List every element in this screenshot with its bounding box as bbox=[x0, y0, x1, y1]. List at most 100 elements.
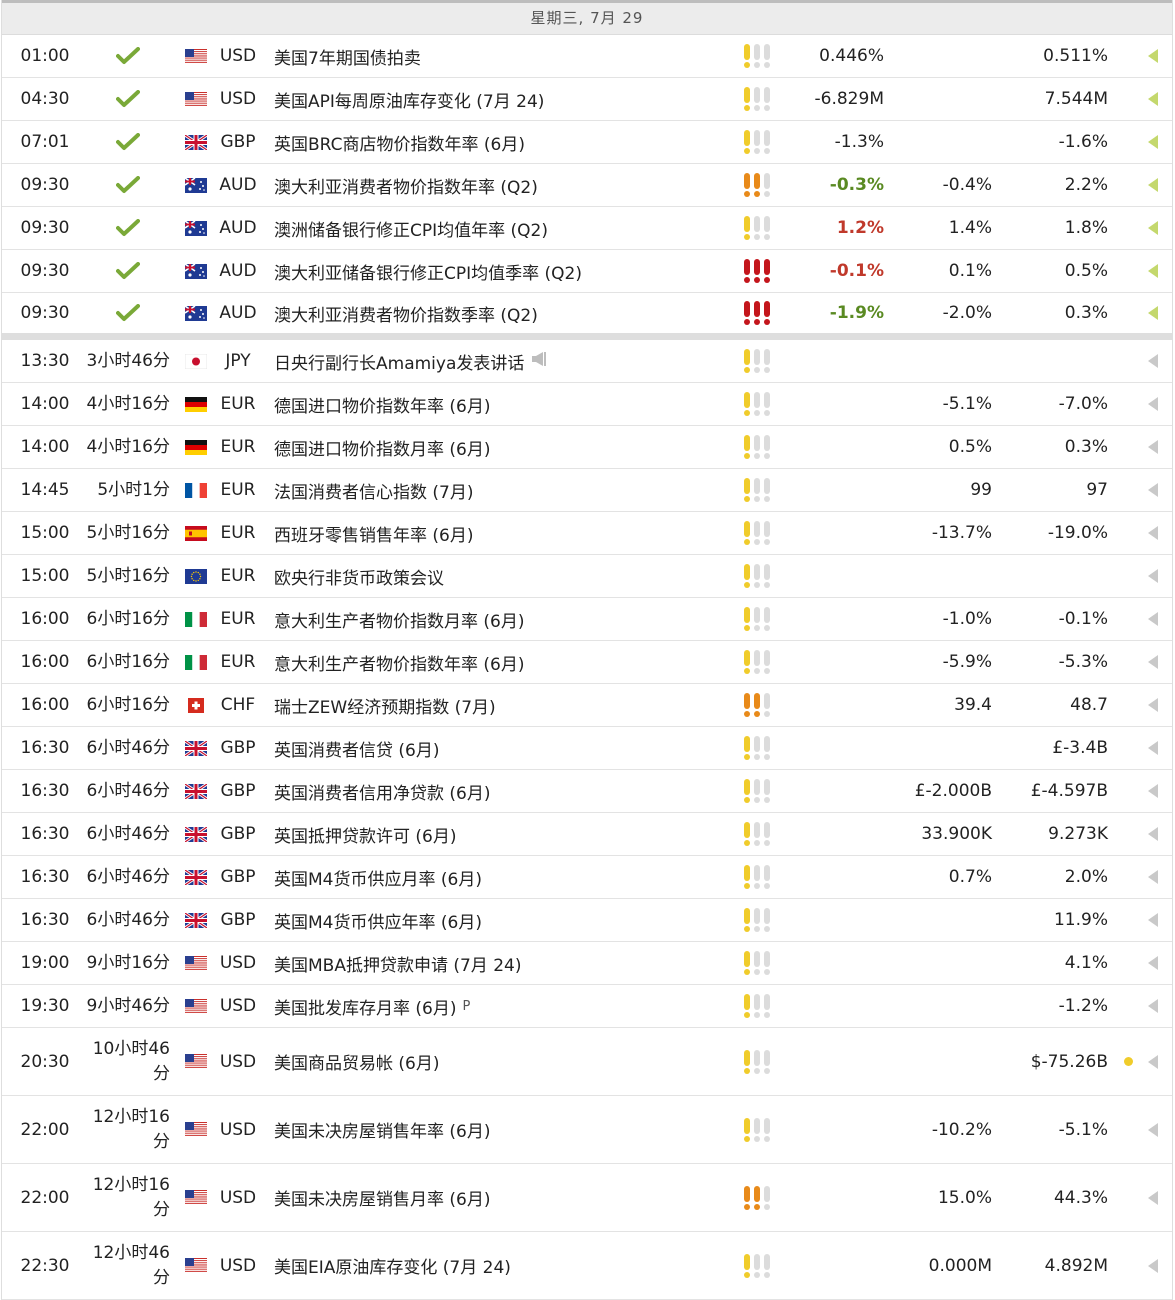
event-title[interactable]: 美国未决房屋销售年率 (6月) bbox=[274, 1096, 729, 1163]
event-title[interactable]: 德国进口物价指数月率 (6月) bbox=[274, 426, 729, 468]
event-name[interactable]: 意大利生产者物价指数年率 (6月) bbox=[274, 650, 524, 675]
expand-arrow-icon[interactable] bbox=[1144, 813, 1162, 855]
event-row[interactable]: 16:30 6小时46分 GBP 英国M4货币供应年率 (6月) 11.9% bbox=[2, 899, 1172, 942]
event-name[interactable]: 欧央行非货币政策会议 bbox=[274, 564, 444, 589]
expand-arrow-icon[interactable] bbox=[1144, 641, 1162, 683]
event-row[interactable]: 09:30 AUD 澳大利亚消费者物价指数年率 (Q2) -0.3% -0.4% 2.2% bbox=[2, 164, 1172, 207]
event-title[interactable]: 德国进口物价指数年率 (6月) bbox=[274, 383, 729, 425]
expand-arrow-icon[interactable] bbox=[1144, 899, 1162, 941]
event-row[interactable]: 13:30 3小时46分 JPY 日央行副行长Amamiya发表讲话 bbox=[2, 340, 1172, 383]
expand-arrow-icon[interactable] bbox=[1144, 727, 1162, 769]
event-title[interactable]: 意大利生产者物价指数年率 (6月) bbox=[274, 641, 729, 683]
expand-arrow-icon[interactable] bbox=[1144, 121, 1162, 163]
event-title[interactable]: 英国M4货币供应年率 (6月) bbox=[274, 899, 729, 941]
event-row[interactable]: 07:01 GBP 英国BRC商店物价指数年率 (6月) -1.3% -1.6% bbox=[2, 121, 1172, 164]
expand-arrow-icon[interactable] bbox=[1144, 250, 1162, 292]
event-row[interactable]: 09:30 AUD 澳大利亚储备银行修正CPI均值季率 (Q2) -0.1% 0.1% 0… bbox=[2, 250, 1172, 293]
event-name[interactable]: 英国抵押贷款许可 (6月) bbox=[274, 822, 456, 847]
expand-arrow-icon[interactable] bbox=[1144, 770, 1162, 812]
event-row[interactable]: 16:30 6小时46分 GBP 英国抵押贷款许可 (6月) 33.900K 9.273K bbox=[2, 813, 1172, 856]
event-row[interactable]: 16:00 6小时16分 EUR 意大利生产者物价指数月率 (6月) -1.0% -0.1… bbox=[2, 598, 1172, 641]
event-title[interactable]: 意大利生产者物价指数月率 (6月) bbox=[274, 598, 729, 640]
event-title[interactable]: 美国批发库存月率 (6月) P bbox=[274, 985, 729, 1027]
event-name[interactable]: 美国未决房屋销售年率 (6月) bbox=[274, 1117, 490, 1142]
event-name[interactable]: 美国商品贸易帐 (6月) bbox=[274, 1049, 439, 1074]
event-title[interactable]: 英国消费者信用净贷款 (6月) bbox=[274, 770, 729, 812]
expand-arrow-icon[interactable] bbox=[1144, 164, 1162, 206]
event-name[interactable]: 美国未决房屋销售月率 (6月) bbox=[274, 1185, 490, 1210]
expand-arrow-icon[interactable] bbox=[1144, 293, 1162, 333]
event-row[interactable]: 15:00 5小时16分 EUR 欧央行非货币政策会议 bbox=[2, 555, 1172, 598]
event-name[interactable]: 美国批发库存月率 (6月) bbox=[274, 994, 456, 1019]
event-name[interactable]: 西班牙零售销售年率 (6月) bbox=[274, 521, 473, 546]
event-title[interactable]: 法国消费者信心指数 (7月) bbox=[274, 469, 729, 511]
event-row[interactable]: 16:30 6小时46分 GBP 英国消费者信用净贷款 (6月) £-2.000B £-4… bbox=[2, 770, 1172, 813]
event-title[interactable]: 英国M4货币供应月率 (6月) bbox=[274, 856, 729, 898]
event-title[interactable]: 澳大利亚消费者物价指数季率 (Q2) bbox=[274, 293, 729, 333]
event-name[interactable]: 法国消费者信心指数 (7月) bbox=[274, 478, 473, 503]
event-title[interactable]: 英国BRC商店物价指数年率 (6月) bbox=[274, 121, 729, 163]
event-name[interactable]: 美国EIA原油库存变化 (7月 24) bbox=[274, 1253, 511, 1278]
event-row[interactable]: 19:00 9小时16分 USD 美国MBA抵押贷款申请 (7月 24) 4.1% bbox=[2, 942, 1172, 985]
event-name[interactable]: 英国M4货币供应年率 (6月) bbox=[274, 908, 482, 933]
expand-arrow-icon[interactable] bbox=[1144, 555, 1162, 597]
event-name[interactable]: 澳大利亚储备银行修正CPI均值季率 (Q2) bbox=[274, 259, 582, 284]
event-row[interactable]: 20:30 10小时46分 USD 美国商品贸易帐 (6月) $-75.26B bbox=[2, 1028, 1172, 1096]
event-title[interactable]: 英国抵押贷款许可 (6月) bbox=[274, 813, 729, 855]
event-title[interactable]: 日央行副行长Amamiya发表讲话 bbox=[274, 340, 729, 382]
expand-arrow-icon[interactable] bbox=[1144, 985, 1162, 1027]
event-name[interactable]: 意大利生产者物价指数月率 (6月) bbox=[274, 607, 524, 632]
event-name[interactable]: 德国进口物价指数月率 (6月) bbox=[274, 435, 490, 460]
event-name[interactable]: 美国7年期国债拍卖 bbox=[274, 44, 421, 69]
event-name[interactable]: 英国M4货币供应月率 (6月) bbox=[274, 865, 482, 890]
event-row[interactable]: 22:00 12小时16分 USD 美国未决房屋销售月率 (6月) 15.0% 44.3% bbox=[2, 1164, 1172, 1232]
event-row[interactable]: 16:00 6小时16分 EUR 意大利生产者物价指数年率 (6月) -5.9% -5.3… bbox=[2, 641, 1172, 684]
expand-arrow-icon[interactable] bbox=[1144, 598, 1162, 640]
event-row[interactable]: 15:00 5小时16分 EUR 西班牙零售销售年率 (6月) -13.7% -19.0% bbox=[2, 512, 1172, 555]
event-row[interactable]: 16:00 6小时16分 CHF 瑞士ZEW经济预期指数 (7月) 39.4 48.7 bbox=[2, 684, 1172, 727]
expand-arrow-icon[interactable] bbox=[1144, 469, 1162, 511]
event-row[interactable]: 04:30 USD 美国API每周原油库存变化 (7月 24) -6.829M 7.54… bbox=[2, 78, 1172, 121]
expand-arrow-icon[interactable] bbox=[1144, 35, 1162, 77]
event-name[interactable]: 美国MBA抵押贷款申请 (7月 24) bbox=[274, 951, 521, 976]
event-name[interactable]: 澳大利亚消费者物价指数季率 (Q2) bbox=[274, 301, 538, 326]
event-row[interactable]: 14:00 4小时16分 EUR 德国进口物价指数年率 (6月) -5.1% -7.0% bbox=[2, 383, 1172, 426]
event-row[interactable]: 19:30 9小时46分 USD 美国批发库存月率 (6月) P -1.2% bbox=[2, 985, 1172, 1028]
event-name[interactable]: 美国API每周原油库存变化 (7月 24) bbox=[274, 87, 544, 112]
event-name[interactable]: 英国消费者信贷 (6月) bbox=[274, 736, 439, 761]
expand-arrow-icon[interactable] bbox=[1144, 426, 1162, 468]
event-title[interactable]: 澳大利亚储备银行修正CPI均值季率 (Q2) bbox=[274, 250, 729, 292]
event-name[interactable]: 澳洲储备银行修正CPI均值年率 (Q2) bbox=[274, 216, 548, 241]
event-title[interactable]: 澳大利亚消费者物价指数年率 (Q2) bbox=[274, 164, 729, 206]
event-name[interactable]: 英国消费者信用净贷款 (6月) bbox=[274, 779, 490, 804]
event-row[interactable]: 01:00 USD 美国7年期国债拍卖 0.446% 0.511% bbox=[2, 35, 1172, 78]
event-title[interactable]: 美国7年期国债拍卖 bbox=[274, 35, 729, 77]
event-row[interactable]: 16:30 6小时46分 GBP 英国消费者信贷 (6月) £-3.4B bbox=[2, 727, 1172, 770]
event-title[interactable]: 欧央行非货币政策会议 bbox=[274, 555, 729, 597]
event-title[interactable]: 美国MBA抵押贷款申请 (7月 24) bbox=[274, 942, 729, 984]
expand-arrow-icon[interactable] bbox=[1144, 1164, 1162, 1231]
expand-arrow-icon[interactable] bbox=[1144, 942, 1162, 984]
expand-arrow-icon[interactable] bbox=[1144, 856, 1162, 898]
expand-arrow-icon[interactable] bbox=[1144, 383, 1162, 425]
expand-arrow-icon[interactable] bbox=[1144, 207, 1162, 249]
event-row[interactable]: 09:30 AUD 澳洲储备银行修正CPI均值年率 (Q2) 1.2% 1.4% 1.8% bbox=[2, 207, 1172, 250]
expand-arrow-icon[interactable] bbox=[1144, 78, 1162, 120]
event-title[interactable]: 美国商品贸易帐 (6月) bbox=[274, 1028, 729, 1095]
event-row[interactable]: 22:00 12小时16分 USD 美国未决房屋销售年率 (6月) -10.2% -5.1… bbox=[2, 1096, 1172, 1164]
event-title[interactable]: 英国消费者信贷 (6月) bbox=[274, 727, 729, 769]
expand-arrow-icon[interactable] bbox=[1144, 340, 1162, 382]
event-name[interactable]: 日央行副行长Amamiya发表讲话 bbox=[274, 349, 524, 374]
expand-arrow-icon[interactable] bbox=[1144, 512, 1162, 554]
event-row[interactable]: 16:30 6小时46分 GBP 英国M4货币供应月率 (6月) 0.7% 2.0% bbox=[2, 856, 1172, 899]
event-title[interactable]: 西班牙零售销售年率 (6月) bbox=[274, 512, 729, 554]
event-name[interactable]: 德国进口物价指数年率 (6月) bbox=[274, 392, 490, 417]
expand-arrow-icon[interactable] bbox=[1144, 1232, 1162, 1299]
event-name[interactable]: 澳大利亚消费者物价指数年率 (Q2) bbox=[274, 173, 538, 198]
expand-arrow-icon[interactable] bbox=[1144, 1028, 1162, 1095]
event-name[interactable]: 英国BRC商店物价指数年率 (6月) bbox=[274, 130, 525, 155]
event-row[interactable]: 14:00 4小时16分 EUR 德国进口物价指数月率 (6月) 0.5% 0.3% bbox=[2, 426, 1172, 469]
expand-arrow-icon[interactable] bbox=[1144, 1096, 1162, 1163]
event-title[interactable]: 美国EIA原油库存变化 (7月 24) bbox=[274, 1232, 729, 1299]
event-title[interactable]: 美国未决房屋销售月率 (6月) bbox=[274, 1164, 729, 1231]
